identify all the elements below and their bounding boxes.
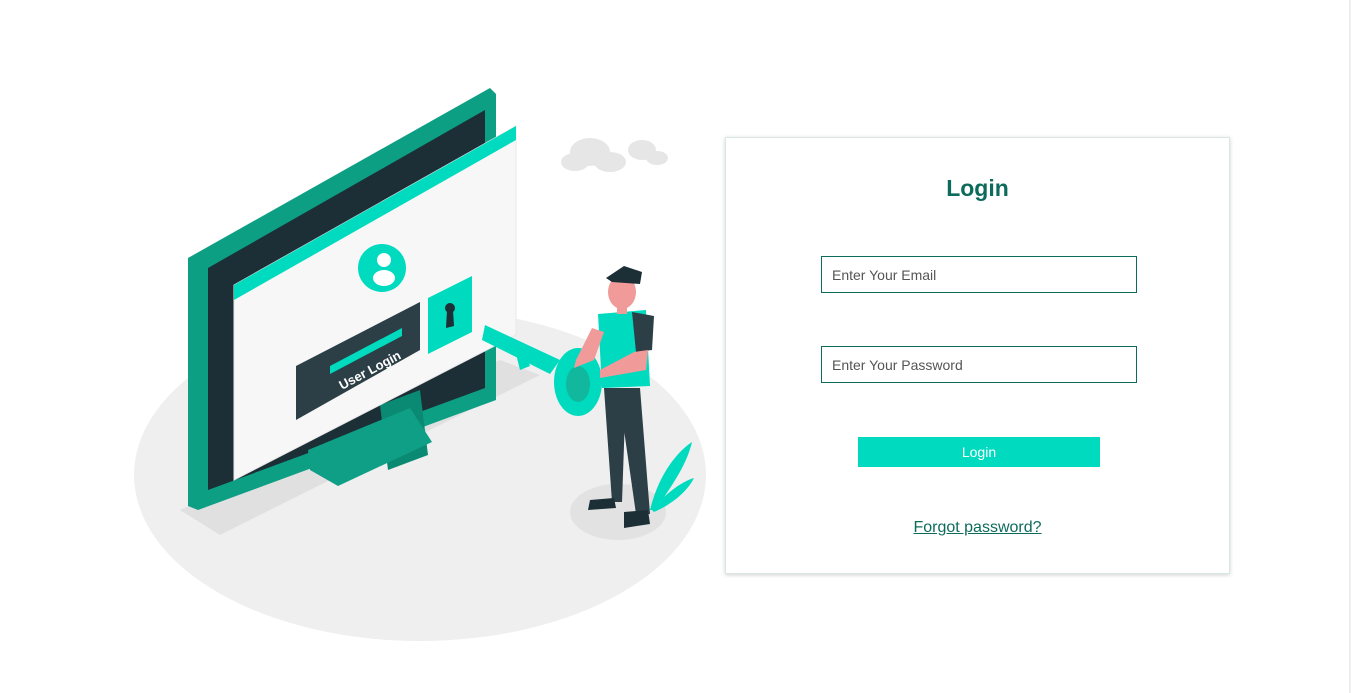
password-input[interactable] <box>821 346 1137 383</box>
email-input[interactable] <box>821 256 1137 293</box>
cloud-icon <box>561 138 668 172</box>
login-title: Login <box>946 175 1009 201</box>
login-button[interactable]: Login <box>858 437 1100 467</box>
forgot-password-link[interactable]: Forgot password? <box>726 519 1229 537</box>
login-page: User Login Login Enter Your Email Login … <box>0 0 1351 693</box>
user-login-illustration: User Login <box>134 88 706 641</box>
login-card: Login Login Forgot password? <box>725 137 1230 574</box>
